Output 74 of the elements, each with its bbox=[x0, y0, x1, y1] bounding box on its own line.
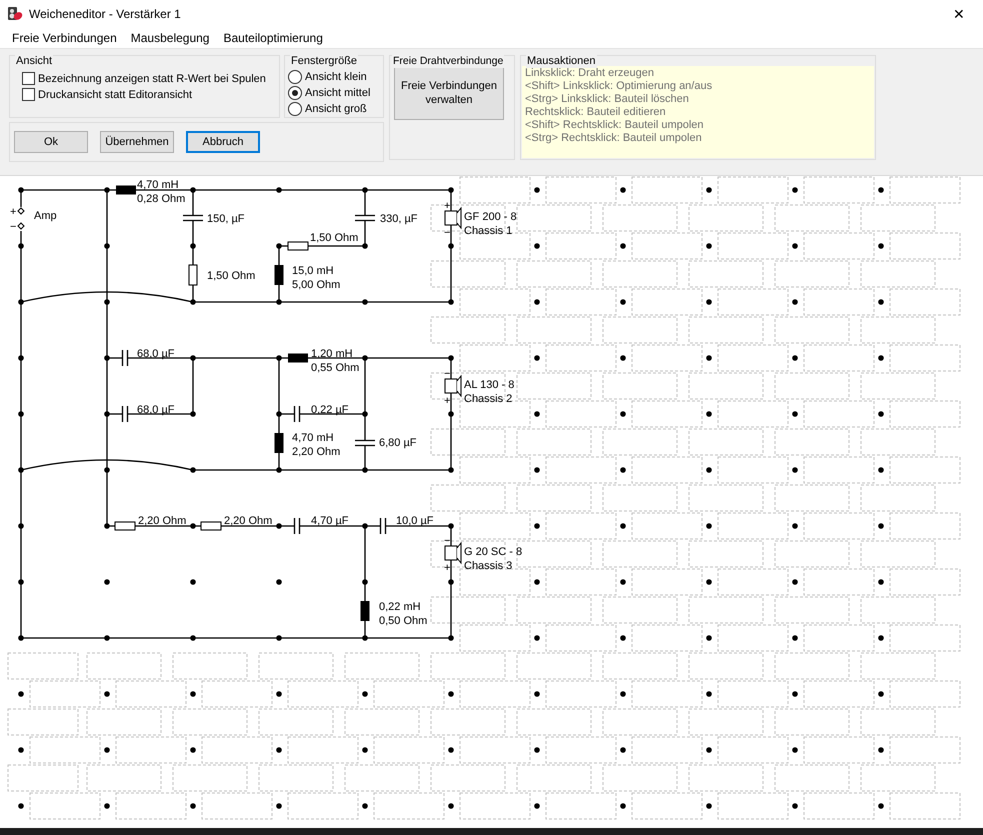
value-label: GF 200 - 8 Chassis 1 bbox=[464, 211, 517, 237]
menu-item[interactable]: Freie Verbindungen bbox=[6, 31, 123, 45]
amp-terminals-icon bbox=[17, 207, 25, 230]
polarity-sign: + bbox=[444, 200, 450, 212]
value-label: 150, µF bbox=[207, 213, 245, 225]
speaker-icon[interactable] bbox=[444, 206, 462, 230]
capacitor-symbol[interactable] bbox=[294, 405, 300, 423]
capacitor-symbol[interactable] bbox=[380, 517, 386, 535]
resistor-symbol[interactable] bbox=[200, 522, 222, 530]
radio-button[interactable] bbox=[288, 70, 302, 84]
checkbox-label[interactable]: Bezeichnung anzeigen statt R-Wert bei Spulen bbox=[38, 72, 266, 84]
mouse-action-text: Linksklick: Draht erzeugen bbox=[525, 67, 656, 80]
resistor-symbol[interactable] bbox=[288, 242, 308, 250]
mouse-action-text: <Shift> Rechtsklick: Bauteil umpolen bbox=[525, 119, 705, 132]
value-label: 330, µF bbox=[380, 213, 418, 225]
checkbox[interactable] bbox=[22, 72, 35, 85]
polarity-sign: − bbox=[10, 221, 16, 233]
polarity-sign: + bbox=[444, 562, 450, 574]
capacitor-symbol[interactable] bbox=[182, 214, 204, 222]
resistor-symbol[interactable] bbox=[114, 522, 136, 530]
capacitor-symbol[interactable] bbox=[294, 517, 300, 535]
value-label: 10,0 µF bbox=[396, 515, 434, 527]
amp-label: Amp bbox=[34, 210, 57, 222]
app-icon bbox=[7, 6, 23, 22]
value-label: 2,20 Ohm bbox=[224, 515, 272, 527]
radio-label[interactable]: Ansicht klein bbox=[305, 71, 367, 83]
polarity-sign: + bbox=[444, 395, 450, 407]
capacitor-symbol[interactable] bbox=[354, 214, 376, 222]
polarity-sign: − bbox=[444, 368, 450, 380]
menu-item[interactable]: Mausbelegung bbox=[124, 31, 216, 45]
radio-label[interactable]: Ansicht mittel bbox=[305, 87, 370, 99]
value-label: AL 130 - 8 Chassis 2 bbox=[464, 379, 514, 405]
capacitor-symbol[interactable] bbox=[354, 440, 376, 446]
mouse-action-text: <Strg> Rechtsklick: Bauteil umpolen bbox=[525, 132, 703, 145]
value-label: 68,0 µF bbox=[137, 404, 175, 416]
capacitor-symbol[interactable] bbox=[122, 405, 128, 423]
value-label: 1,20 mH 0,55 Ohm bbox=[311, 348, 360, 374]
dialog-button[interactable]: Ok bbox=[14, 131, 88, 153]
radio-label[interactable]: Ansicht groß bbox=[305, 103, 367, 115]
mouse-action-text: <Shift> Linksklick: Optimierung an/aus bbox=[525, 80, 714, 93]
group-title: Freie Drahtverbindunge bbox=[392, 55, 504, 68]
mouse-action-text: <Strg> Linksklick: Bauteil löschen bbox=[525, 93, 690, 106]
dialog-button[interactable]: Übernehmen bbox=[100, 131, 174, 153]
radio-button[interactable] bbox=[288, 86, 302, 100]
speaker-icon[interactable] bbox=[444, 374, 462, 398]
value-label: 1,50 Ohm bbox=[310, 232, 358, 244]
group-title: Mausaktionen bbox=[526, 55, 596, 68]
value-label: 1,50 Ohm bbox=[207, 270, 256, 282]
checkbox-label[interactable]: Druckansicht statt Editoransicht bbox=[38, 88, 192, 100]
value-label: 68,0 µF bbox=[137, 348, 175, 360]
value-label: 0,22 µF bbox=[311, 404, 349, 416]
resistor-symbol[interactable] bbox=[188, 264, 198, 286]
value-label: 6,80 µF bbox=[379, 437, 417, 449]
polarity-sign: + bbox=[10, 206, 16, 218]
speaker-icon[interactable] bbox=[444, 542, 462, 564]
value-label: 4,70 µF bbox=[311, 515, 349, 527]
value-label: 0,22 mH 0,50 Ohm bbox=[379, 601, 428, 627]
group-title: Fenstergröße bbox=[290, 55, 358, 68]
capacitor-symbol[interactable] bbox=[122, 349, 128, 367]
polarity-sign: − bbox=[444, 227, 450, 239]
polarity-sign: − bbox=[444, 535, 450, 547]
menu-item[interactable]: Bauteiloptimierung bbox=[217, 31, 329, 45]
checkbox[interactable] bbox=[22, 88, 35, 101]
manage-connections-button[interactable]: Freie Verbindungen verwalten bbox=[394, 66, 504, 120]
value-label: 4,70 mH 0,28 Ohm bbox=[137, 179, 186, 205]
value-label: G 20 SC - 8 Chassis 3 bbox=[464, 546, 522, 572]
window-title: Weicheneditor - Verstärker 1 bbox=[29, 7, 182, 21]
dialog-button[interactable]: Abbruch bbox=[186, 131, 260, 153]
mouse-action-text: Rechtsklick: Bauteil editieren bbox=[525, 106, 667, 119]
value-label: 15,0 mH 5,00 Ohm bbox=[292, 265, 340, 291]
value-label: 2,20 Ohm bbox=[138, 515, 186, 527]
value-label: 4,70 mH 2,20 Ohm bbox=[292, 432, 340, 458]
close-button[interactable]: ✕ bbox=[937, 0, 981, 28]
radio-button[interactable] bbox=[288, 102, 302, 116]
